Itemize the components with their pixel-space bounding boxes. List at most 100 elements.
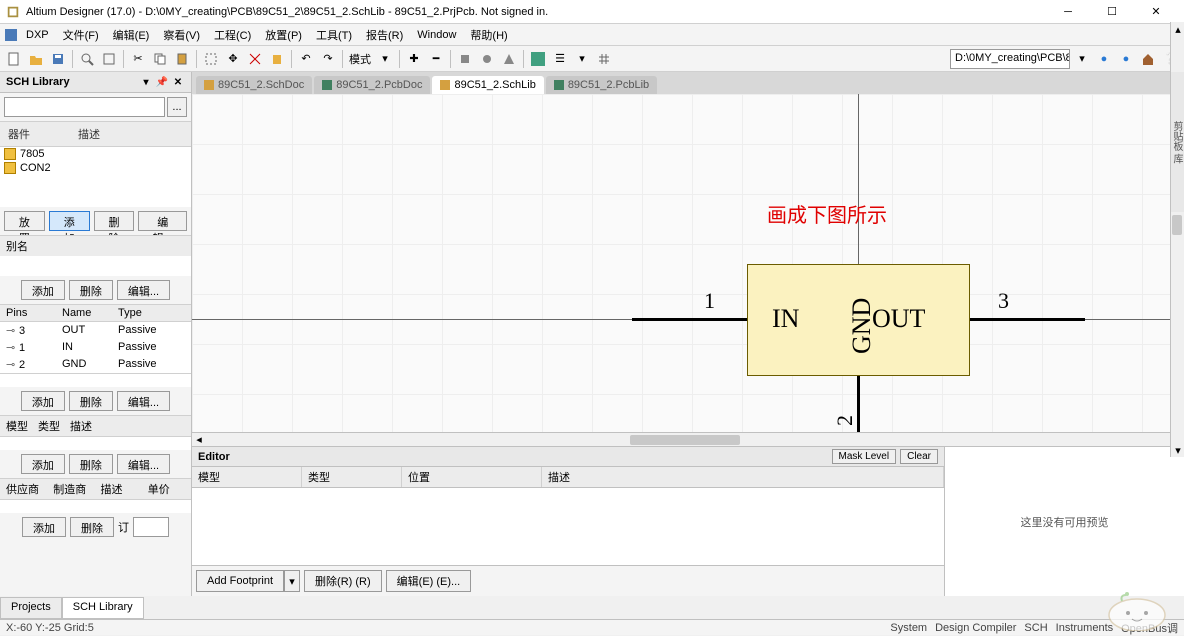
pin-delete-button[interactable]: 删除 [69,391,113,411]
component-row[interactable]: CON2 [0,161,191,175]
dropdown-button[interactable]: ▾ [572,49,592,69]
nav-fwd[interactable]: ● [1116,49,1136,69]
pins-col-pins[interactable]: Pins [0,305,56,321]
pin-row[interactable]: ⊸2GNDPassive [0,356,191,373]
editor-edit-button[interactable]: 编辑(E) (E)... [386,570,472,592]
mfr-col[interactable]: 制造商 [53,481,90,497]
pin-edit-button[interactable]: 编辑... [117,391,170,411]
status-sch[interactable]: SCH [1024,622,1047,634]
right-collapsed-panel[interactable]: 剪贴板 库 [1170,72,1184,212]
open-button[interactable] [26,49,46,69]
projects-tab[interactable]: Projects [0,597,62,619]
paste-button[interactable] [172,49,192,69]
menu-dxp[interactable]: DXP [20,27,55,43]
tab-pcblib[interactable]: 89C51_2.PcbLib [546,76,657,94]
pin-row[interactable]: ⊸3OUTPassive [0,322,191,339]
editor-delete-button[interactable]: 删除(R) (R) [304,570,382,592]
cut-button[interactable]: ✂ [128,49,148,69]
model-col-type[interactable]: 类型 [38,418,60,434]
desc-col[interactable]: 描述 [101,481,138,497]
home-button[interactable] [1138,49,1158,69]
new-button[interactable] [4,49,24,69]
zoom-area-button[interactable] [77,49,97,69]
plus-button[interactable]: ✚ [404,49,424,69]
redo-button[interactable]: ↷ [318,49,338,69]
model-col-desc[interactable]: 描述 [70,418,92,434]
model-delete-button[interactable]: 删除 [69,454,113,474]
scroll-left-icon[interactable]: ◂ [192,433,206,447]
v-scroll-thumb[interactable] [1172,215,1182,235]
editor-col-pos[interactable]: 位置 [402,467,542,487]
alias-delete-button[interactable]: 删除 [69,280,113,300]
path-box[interactable]: D:\0MY_creating\PCB\89 [950,49,1070,69]
delete-button[interactable]: 删除 [94,211,135,231]
add-footprint-button[interactable]: Add Footprint [196,570,284,592]
editor-col-desc[interactable]: 描述 [542,467,944,487]
h-scroll-thumb[interactable] [630,435,740,445]
supplier-delete-button[interactable]: 删除 [70,517,114,537]
alias-add-button[interactable]: 添加 [21,280,65,300]
menu-file[interactable]: 文件(F) [57,25,105,45]
tool-b[interactable] [477,49,497,69]
pin-row[interactable]: ⊸1INPassive [0,339,191,356]
nav-dropdown[interactable]: ▾ [1072,49,1092,69]
add-footprint-dropdown[interactable]: ▾ [284,570,300,592]
place-button[interactable]: 放置 [4,211,45,231]
grid-button[interactable] [594,49,614,69]
menu-view[interactable]: 察看(V) [157,25,206,45]
schlib-tab[interactable]: SCH Library [62,597,144,619]
model-col-model[interactable]: 模型 [6,418,28,434]
pins-col-name[interactable]: Name [56,305,112,321]
move-button[interactable]: ✥ [223,49,243,69]
price-col[interactable]: 单价 [148,481,185,497]
clear-button[interactable]: Clear [900,449,938,464]
status-dc[interactable]: Design Compiler [935,622,1016,634]
clear-button[interactable] [267,49,287,69]
zoom-fit-button[interactable] [99,49,119,69]
tab-schdoc[interactable]: 89C51_2.SchDoc [196,76,312,94]
edit-button[interactable]: 编辑... [138,211,187,231]
tool-c[interactable] [499,49,519,69]
supplier-list[interactable] [0,499,191,513]
copy-button[interactable] [150,49,170,69]
editor-col-type[interactable]: 类型 [302,467,402,487]
select-button[interactable] [201,49,221,69]
alias-list[interactable] [0,256,191,276]
pins-col-type[interactable]: Type [112,305,172,321]
mask-level-button[interactable]: Mask Level [832,449,897,464]
menu-place[interactable]: 放置(P) [259,25,308,45]
undo-button[interactable]: ↶ [296,49,316,69]
status-system[interactable]: System [890,622,927,634]
tab-schlib[interactable]: 89C51_2.SchLib [432,76,543,94]
schematic-canvas[interactable]: 画成下图所示 1 IN 3 OUT 2 GND [192,94,1184,432]
alias-edit-button[interactable]: 编辑... [117,280,170,300]
menu-project[interactable]: 工程(C) [208,25,257,45]
menu-help[interactable]: 帮助(H) [464,25,513,45]
col-description[interactable]: 描述 [74,124,104,144]
alias-header[interactable]: 别名 [6,238,28,254]
supplier-add-button[interactable]: 添加 [22,517,66,537]
editor-col-model[interactable]: 模型 [192,467,302,487]
supplier-col[interactable]: 供应商 [6,481,43,497]
add-button[interactable]: 添加 [49,211,90,231]
minus-button[interactable]: ━ [426,49,446,69]
menu-tools[interactable]: 工具(T) [310,25,358,45]
panel-dropdown-icon[interactable]: ▾ [139,75,153,89]
order-qty[interactable] [133,517,169,537]
menu-edit[interactable]: 编辑(E) [107,25,156,45]
model-list[interactable] [0,436,191,450]
maximize-button[interactable]: ☐ [1090,1,1134,23]
filter-button[interactable]: ... [167,97,187,117]
tool-a[interactable] [455,49,475,69]
component-row[interactable]: 7805 [0,147,191,161]
menu-report[interactable]: 报告(R) [360,25,409,45]
editor-body[interactable] [192,488,944,565]
panel-pin-icon[interactable]: 📌 [155,75,169,89]
menu-window[interactable]: Window [411,27,462,43]
pin-add-button[interactable]: 添加 [21,391,65,411]
list-button[interactable]: ☰ [550,49,570,69]
panel-close-icon[interactable]: ✕ [171,75,185,89]
tab-pcbdoc[interactable]: 89C51_2.PcbDoc [314,76,430,94]
scroll-down-icon[interactable]: ▾ [1171,443,1184,457]
deselect-button[interactable] [245,49,265,69]
